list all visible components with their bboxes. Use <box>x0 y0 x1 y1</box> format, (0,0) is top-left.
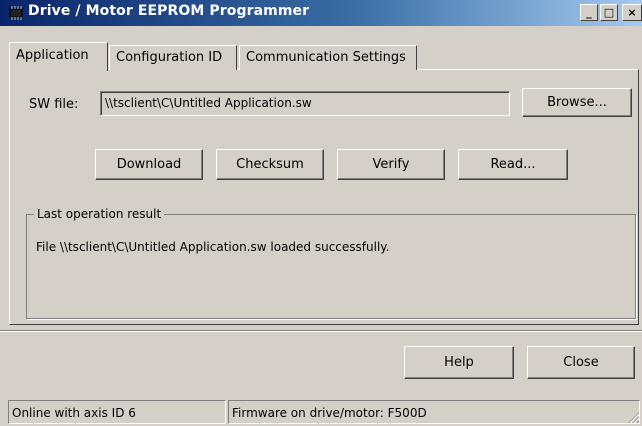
title-bar[interactable]: Drive / Motor EEPROM Programmer _ □ × <box>0 0 642 26</box>
verify-button[interactable]: Verify <box>337 149 445 180</box>
close-button[interactable]: Close <box>527 346 635 379</box>
close-window-button[interactable]: × <box>622 4 642 21</box>
sw-file-input[interactable]: \\tsclient\C\Untitled Application.sw <box>100 91 510 116</box>
tab-configuration-id-label: Configuration ID <box>116 50 223 65</box>
close-icon: × <box>627 6 637 19</box>
tab-application-label: Application <box>16 48 89 63</box>
resize-grip-icon[interactable] <box>627 411 640 424</box>
status-firmware: Firmware on drive/motor: F500D <box>228 400 640 424</box>
tab-communication-settings[interactable]: Communication Settings <box>239 45 417 70</box>
last-operation-label: Last operation result <box>34 207 165 221</box>
minimize-button[interactable]: _ <box>580 4 598 21</box>
footer-separator <box>0 330 642 332</box>
maximize-button[interactable]: □ <box>600 4 618 21</box>
minimize-icon: _ <box>586 6 592 19</box>
maximize-icon: □ <box>603 6 615 19</box>
checksum-button[interactable]: Checksum <box>216 149 324 180</box>
last-operation-result-text: File \\tsclient\C\Untitled Application.s… <box>36 240 390 254</box>
tab-application[interactable]: Application <box>9 42 108 71</box>
chip-icon <box>9 6 23 20</box>
last-operation-groupbox <box>26 214 636 319</box>
window-title: Drive / Motor EEPROM Programmer <box>28 3 310 19</box>
read-button[interactable]: Read... <box>458 149 568 180</box>
tab-communication-settings-label: Communication Settings <box>246 50 406 65</box>
help-button[interactable]: Help <box>404 346 514 379</box>
status-connection: Online with axis ID 6 <box>8 400 226 424</box>
tab-configuration-id[interactable]: Configuration ID <box>109 45 237 70</box>
browse-button[interactable]: Browse... <box>522 88 632 117</box>
download-button[interactable]: Download <box>95 149 203 180</box>
sw-file-label: SW file: <box>29 97 79 112</box>
